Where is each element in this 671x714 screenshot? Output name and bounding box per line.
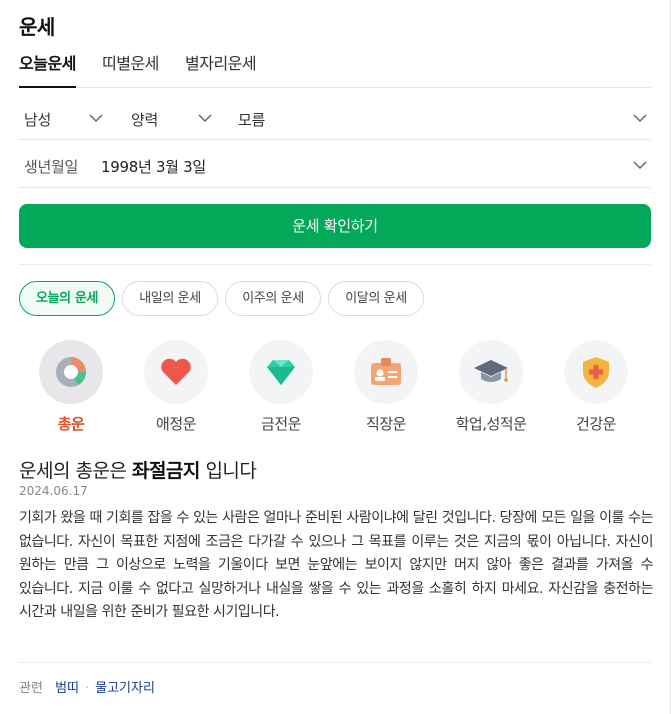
- category-label: 건강운: [576, 415, 616, 433]
- gender-select[interactable]: 남성: [19, 96, 109, 140]
- calendar-type-select[interactable]: 양력: [126, 96, 216, 140]
- heart-icon: [161, 358, 191, 385]
- options-row: 남성 양력 모름: [19, 96, 651, 140]
- check-fortune-button[interactable]: 운세 확인하기: [19, 204, 651, 248]
- category-label: 애정운: [156, 415, 196, 433]
- tab-constellation-fortune[interactable]: 별자리운세: [185, 50, 257, 88]
- category-label: 총운: [57, 415, 85, 433]
- birth-time-value: 모름: [238, 111, 266, 129]
- separator-dot: ·: [84, 681, 90, 696]
- related-label: 관련: [19, 681, 43, 696]
- category-label: 금전운: [261, 415, 301, 433]
- tab-today-fortune[interactable]: 오늘운세: [19, 50, 76, 88]
- fortune-body-text: 기회가 왔을 때 기회를 잡을 수 있는 사람은 얼마나 준비된 사람이냐에 달…: [19, 510, 653, 621]
- birthdate-select[interactable]: 생년월일 1998년 3월 3일: [19, 142, 651, 188]
- related-link-tiger[interactable]: 범띠: [55, 681, 79, 696]
- birthdate-label: 생년월일: [24, 158, 79, 176]
- divider: [19, 662, 651, 663]
- period-pill-this-week[interactable]: 이주의 운세: [225, 281, 321, 316]
- tab-bar: 오늘운세 띠별운세 별자리운세: [19, 50, 651, 88]
- id-badge-icon: [371, 358, 401, 385]
- category-label: 학업,성적운: [455, 415, 527, 433]
- period-pill-this-month[interactable]: 이달의 운세: [328, 281, 424, 316]
- fortune-headline: 운세의 총운은 좌절금지 입니다: [19, 456, 257, 483]
- tab-zodiac-animal-fortune[interactable]: 띠별운세: [102, 50, 159, 88]
- page-title: 운세: [19, 15, 55, 39]
- related-link-pisces[interactable]: 물고기자리: [95, 681, 155, 696]
- gender-value: 남성: [24, 111, 52, 129]
- pie-chart-icon: [56, 357, 86, 387]
- headline-suffix: 입니다: [205, 460, 257, 482]
- divider: [19, 264, 651, 265]
- related-links: 관련 범띠 · 물고기자리: [19, 677, 155, 696]
- calendar-type-value: 양력: [131, 111, 159, 129]
- graduation-cap-icon: [474, 360, 508, 382]
- fortune-date: 2024.06.17: [19, 484, 88, 498]
- headline-prefix: 운세의 총운은: [19, 460, 127, 482]
- period-pill-today[interactable]: 오늘의 운세: [19, 281, 115, 316]
- chevron-down-icon: [633, 161, 647, 170]
- chevron-down-icon: [633, 114, 647, 123]
- birthdate-value: 1998년 3월 3일: [101, 158, 206, 176]
- headline-keyword: 좌절금지: [131, 460, 200, 482]
- birth-time-select[interactable]: 모름: [233, 96, 651, 140]
- period-pill-tomorrow[interactable]: 내일의 운세: [122, 281, 218, 316]
- chevron-down-icon: [89, 114, 103, 123]
- health-shield-icon: [583, 357, 609, 388]
- gem-icon: [267, 360, 295, 385]
- chevron-down-icon: [198, 114, 212, 123]
- category-label: 직장운: [366, 415, 406, 433]
- fortune-panel: 운세 오늘운세 띠별운세 별자리운세 남성 양력 모름 생년월일 1998년 3…: [0, 0, 671, 714]
